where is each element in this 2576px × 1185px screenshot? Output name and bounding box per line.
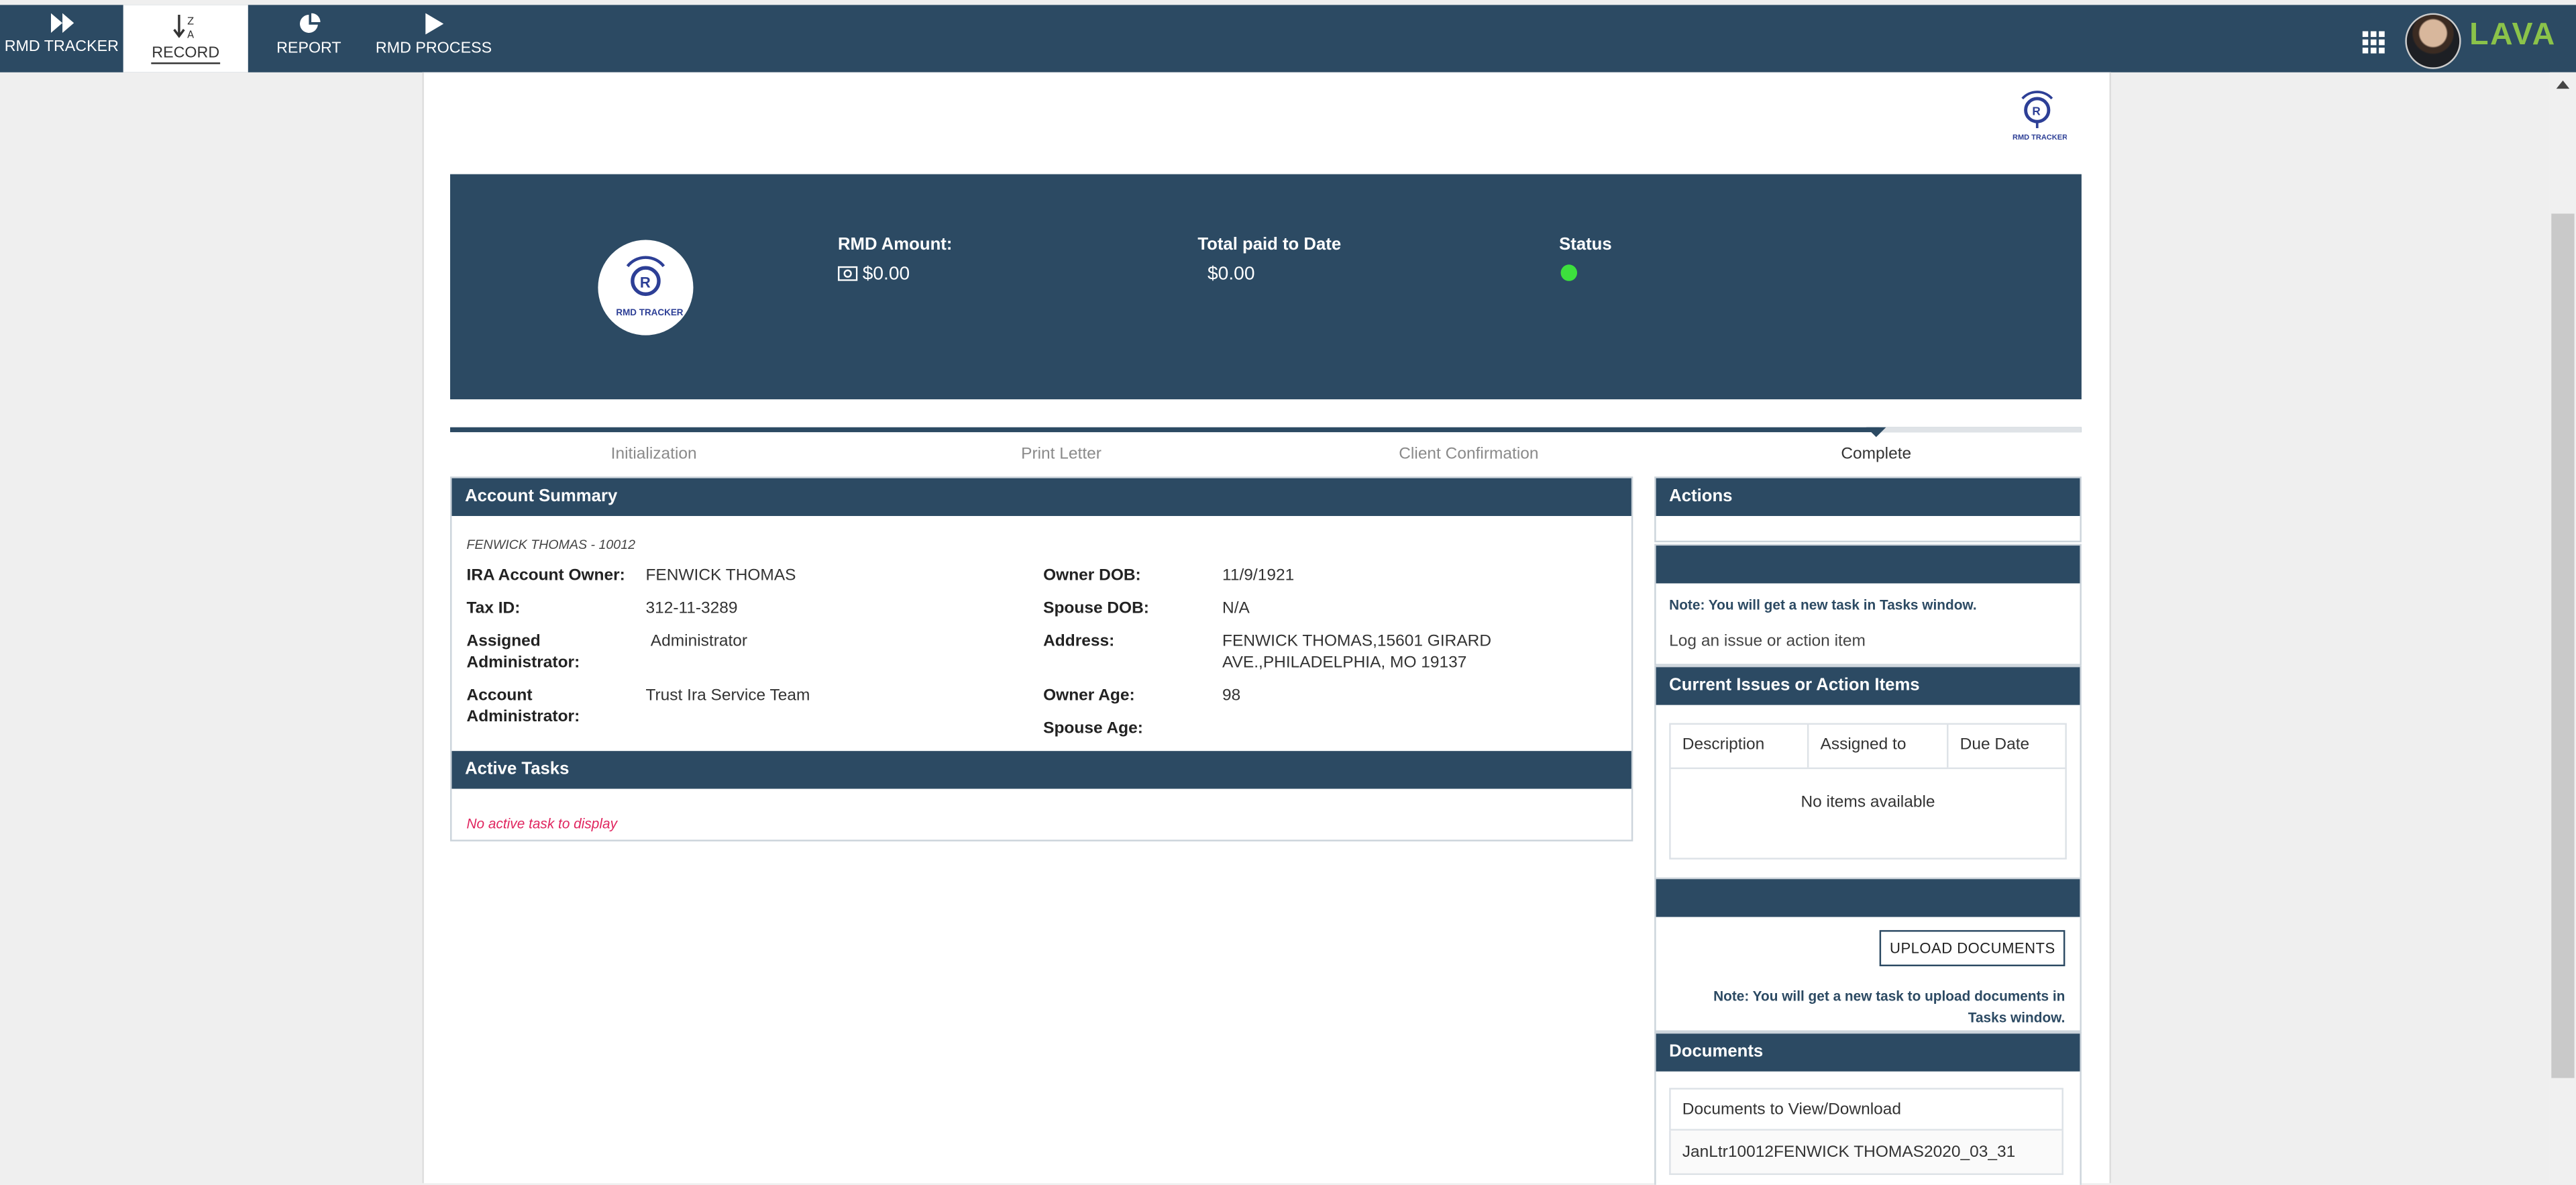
account-admin-value: Trust Ira Service Team (645, 686, 810, 705)
task-note: Note: You will get a new task in Tasks w… (1669, 596, 1977, 613)
upload-note: Note: You will get a new task to upload … (1713, 987, 2065, 1026)
nav-label: RECORD (152, 44, 220, 64)
log-issue-panel: Note: You will get a new task in Tasks w… (1654, 544, 2082, 666)
upload-documents-button[interactable]: UPLOAD DOCUMENTS (1880, 930, 2065, 967)
issues-empty: No items available (1801, 793, 1935, 812)
log-issue-header (1656, 546, 2080, 584)
current-step-marker (1866, 427, 1886, 437)
documents-panel: Documents Documents to View/Download Jan… (1654, 1031, 2082, 1185)
assigned-admin-value: Administrator (650, 632, 748, 651)
spouse-dob-value: N/A (1222, 599, 1250, 618)
money-icon (837, 266, 858, 281)
nav-label: RMD TRACKER (4, 38, 119, 56)
record-page: R RMD TRACKER R RMD TRACKER RMD Amount: … (422, 72, 2111, 1185)
svg-text:R: R (640, 274, 651, 291)
rmd-tracker-corner-logo: R RMD TRACKER (2008, 89, 2068, 153)
current-issues-panel: Current Issues or Action Items Descripti… (1654, 665, 2082, 880)
issues-table: Description Assigned to Due Date No item… (1669, 723, 2067, 860)
status-label: Status (1559, 235, 1612, 255)
col-due-date[interactable]: Due Date (1949, 725, 2059, 768)
vertical-scrollbar[interactable] (2549, 72, 2576, 1184)
col-assigned-to[interactable]: Assigned to (1809, 725, 1949, 768)
play-icon (425, 13, 444, 35)
svg-text:Z: Z (187, 16, 194, 28)
scroll-up-arrow-icon[interactable] (2556, 81, 2570, 89)
logo-caption: RMD TRACKER (616, 307, 683, 317)
tax-id-label: Tax ID: (466, 599, 521, 618)
active-tasks-title: Active Tasks (451, 751, 1631, 789)
rmd-amount-label: RMD Amount: (837, 235, 953, 255)
step-client-confirmation[interactable]: Client Confirmation (1265, 446, 1672, 464)
status-indicator (1560, 264, 1578, 281)
upload-header (1656, 879, 2080, 917)
address-value: FENWICK THOMAS,15601 GIRARD AVE.,PHILADE… (1222, 632, 1492, 672)
svg-text:R: R (2032, 104, 2041, 117)
total-paid-value: $0.00 (1208, 264, 1255, 285)
step-initialization[interactable]: Initialization (450, 446, 857, 464)
account-summary-title: Account Summary (451, 478, 1631, 516)
current-issues-title: Current Issues or Action Items (1656, 667, 2080, 705)
rmd-amount: RMD Amount: $0.00 (837, 235, 953, 285)
total-paid-label: Total paid to Date (1197, 235, 1342, 255)
nav-record[interactable]: Z A RECORD (123, 5, 248, 72)
nav-label: REPORT (276, 39, 341, 58)
nav-rmd-tracker[interactable]: RMD TRACKER (0, 5, 123, 72)
owner-dob-value: 11/9/1921 (1222, 566, 1295, 585)
owner-age-label: Owner Age: (1043, 686, 1135, 705)
status: Status (1559, 235, 1612, 286)
tax-id-value: 312-11-3289 (645, 599, 738, 618)
brand-logo: LAVA (2469, 18, 2557, 54)
pie-chart-icon (299, 13, 320, 33)
right-column: Actions Note: You will get a new task in… (1654, 476, 2082, 1185)
total-paid: Total paid to Date $0.00 (1197, 235, 1341, 284)
logo-caption: RMD TRACKER (2012, 134, 2067, 142)
documents-title: Documents (1656, 1033, 2080, 1072)
ira-owner-value: FENWICK THOMAS (645, 566, 796, 585)
owner-dob-label: Owner DOB: (1043, 566, 1141, 585)
account-admin-label: Account Administrator: (466, 686, 580, 727)
progress-steps: Initialization Print Letter Client Confi… (450, 427, 2082, 472)
svg-text:A: A (187, 29, 194, 39)
apps-grid-icon[interactable] (2362, 31, 2385, 54)
rmd-tracker-logo: R RMD TRACKER (598, 240, 694, 336)
sort-z-a-icon: Z A (173, 15, 194, 40)
ira-owner-label: IRA Account Owner: (466, 566, 625, 585)
rmd-tracker-logo-icon: R RMD TRACKER (2012, 91, 2068, 142)
scrollbar-thumb[interactable] (2551, 213, 2575, 1078)
account-id: FENWICK THOMAS - 10012 (466, 537, 635, 552)
brand-text: LAVA (2469, 17, 2557, 53)
top-nav-bar: RMD TRACKER Z A RECORD REPORT RMD PROCES… (0, 5, 2576, 72)
rmd-summary-banner: R RMD TRACKER RMD Amount: $0.00 Total pa… (450, 174, 2082, 400)
spouse-age-label: Spouse Age: (1043, 719, 1143, 738)
rmd-tracker-logo-icon: R RMD TRACKER (616, 256, 684, 317)
address-label: Address: (1043, 632, 1115, 651)
user-avatar[interactable] (2405, 13, 2461, 69)
log-issue-link[interactable]: Log an issue or action item (1669, 633, 1866, 651)
upload-panel: UPLOAD DOCUMENTS Note: You will get a ne… (1654, 877, 2082, 1032)
nav-rmd-process[interactable]: RMD PROCESS (370, 5, 498, 72)
step-print-letter[interactable]: Print Letter (857, 446, 1265, 464)
issues-table-header: Description Assigned to Due Date (1670, 725, 2065, 770)
owner-age-value: 98 (1222, 686, 1241, 705)
col-description[interactable]: Description (1671, 725, 1809, 768)
rmd-amount-value: $0.00 (862, 264, 910, 285)
actions-panel: Actions (1654, 476, 2082, 543)
document-link[interactable]: JanLtr10012FENWICK THOMAS2020_03_31 (1669, 1130, 2063, 1176)
account-summary-panel: Account Summary FENWICK THOMAS - 10012 I… (450, 476, 1633, 841)
nav-report[interactable]: REPORT (248, 5, 370, 72)
actions-title: Actions (1656, 478, 2080, 516)
fast-forward-icon (50, 13, 73, 33)
step-complete[interactable]: Complete (1672, 446, 2080, 464)
spouse-dob-label: Spouse DOB: (1043, 599, 1149, 618)
nav-label: RMD PROCESS (375, 39, 492, 58)
active-tasks-empty: No active task to display (466, 815, 617, 832)
assigned-admin-label: Assigned Administrator: (466, 632, 580, 672)
documents-subheader: Documents to View/Download (1669, 1088, 2063, 1131)
